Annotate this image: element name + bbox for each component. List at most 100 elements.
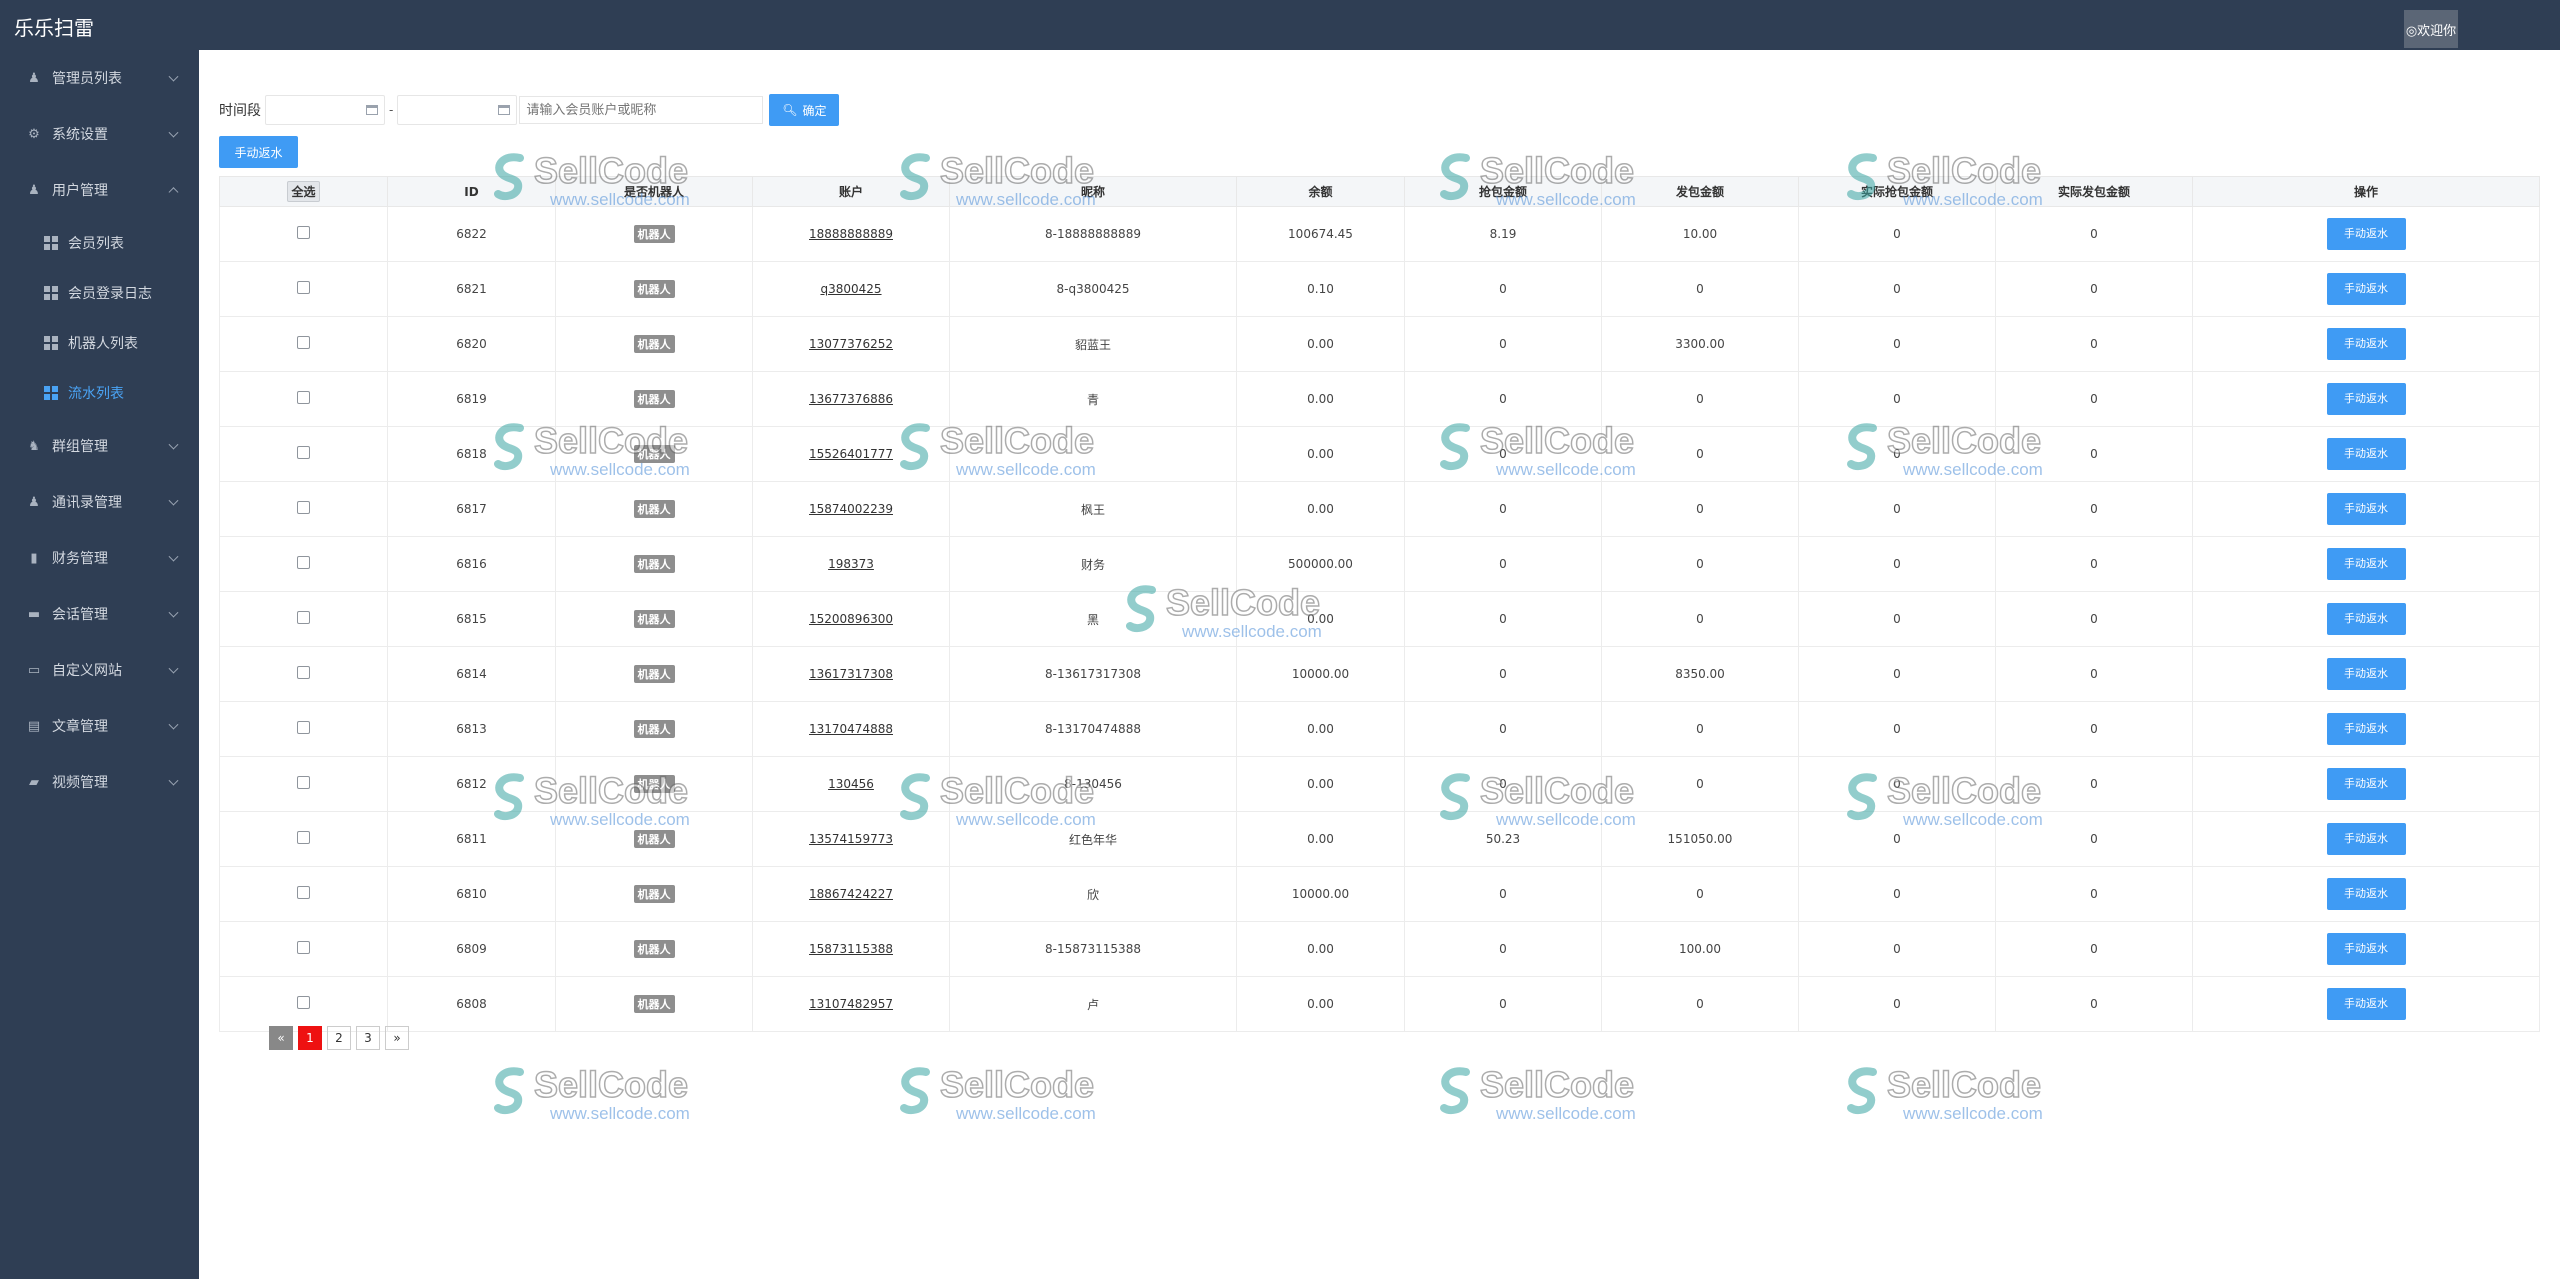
- account-link[interactable]: 13107482957: [809, 997, 893, 1011]
- manual-rebate-row-button[interactable]: 手动返水: [2326, 328, 2406, 360]
- real_grab-cell: 0: [1798, 756, 1996, 812]
- row-checkbox[interactable]: [297, 666, 310, 679]
- sidebar-item-3[interactable]: ♞ 群组管理: [0, 418, 199, 474]
- pagination-page[interactable]: 1: [298, 1026, 322, 1050]
- is-robot-cell: 机器人: [555, 591, 753, 647]
- confirm-button[interactable]: 🔍︎ 确定: [769, 94, 840, 126]
- select-cell: [219, 426, 388, 482]
- row-checkbox[interactable]: [297, 996, 310, 1009]
- sidebar-subitem-3[interactable]: 流水列表: [0, 368, 199, 418]
- manual-rebate-row-button[interactable]: 手动返水: [2326, 933, 2406, 965]
- chevron-down-icon: [168, 127, 179, 138]
- manual-rebate-row-button[interactable]: 手动返水: [2326, 493, 2406, 525]
- nickname-cell: 卢: [949, 976, 1237, 1032]
- start-date-input[interactable]: [265, 95, 385, 125]
- pagination-prev[interactable]: «: [269, 1026, 293, 1050]
- row-checkbox[interactable]: [297, 226, 310, 239]
- pagination-page[interactable]: 2: [327, 1026, 351, 1050]
- sidebar-item-5[interactable]: ▮ 财务管理: [0, 530, 199, 586]
- manual-rebate-row-button[interactable]: 手动返水: [2326, 218, 2406, 250]
- table-row: 6808 机器人 13107482957 卢 0.00 0 0 0 0 手动返水: [219, 976, 2540, 1032]
- sidebar-item-6[interactable]: ▬ 会话管理: [0, 586, 199, 642]
- action-cell: 手动返水: [2192, 261, 2540, 317]
- manual-rebate-row-button[interactable]: 手动返水: [2326, 273, 2406, 305]
- is-robot-cell: 机器人: [555, 481, 753, 537]
- manual-rebate-row-button[interactable]: 手动返水: [2326, 383, 2406, 415]
- row-checkbox[interactable]: [297, 391, 310, 404]
- bar-chart-icon: ▮: [30, 550, 38, 566]
- sidebar-item-9[interactable]: ▰ 视频管理: [0, 754, 199, 810]
- sidebar-item-8[interactable]: ▤ 文章管理: [0, 698, 199, 754]
- welcome-user-menu[interactable]: ◎欢迎你: [2404, 10, 2458, 48]
- filter-bar: 时间段 - 🔍︎ 确定: [219, 94, 840, 126]
- select-all-button[interactable]: 全选: [287, 181, 320, 202]
- row-checkbox[interactable]: [297, 501, 310, 514]
- column-header: 余额: [1236, 176, 1405, 207]
- row-checkbox[interactable]: [297, 446, 310, 459]
- sidebar-subitem-1[interactable]: 会员登录日志: [0, 268, 199, 318]
- account-link[interactable]: 18888888889: [809, 227, 893, 241]
- manual-rebate-row-button[interactable]: 手动返水: [2326, 548, 2406, 580]
- manual-rebate-row-button[interactable]: 手动返水: [2326, 768, 2406, 800]
- manual-rebate-row-button[interactable]: 手动返水: [2326, 438, 2406, 470]
- balance-cell: 0.00: [1236, 701, 1405, 757]
- manual-rebate-row-button[interactable]: 手动返水: [2326, 823, 2406, 855]
- row-checkbox[interactable]: [297, 336, 310, 349]
- manual-rebate-row-button[interactable]: 手动返水: [2326, 603, 2406, 635]
- account-link[interactable]: 198373: [828, 557, 874, 571]
- id-cell: 6820: [387, 316, 556, 372]
- real_send-cell: 0: [1995, 536, 2193, 592]
- manual-rebate-button[interactable]: 手动返水: [219, 136, 298, 168]
- search-input[interactable]: [519, 96, 764, 124]
- end-date-input[interactable]: [397, 95, 518, 125]
- column-header: 操作: [2192, 176, 2540, 207]
- pagination-next[interactable]: »: [385, 1026, 409, 1050]
- robot-badge: 机器人: [633, 720, 675, 738]
- sidebar-subitem-2[interactable]: 机器人列表: [0, 318, 199, 368]
- account-link[interactable]: 13077376252: [809, 337, 893, 351]
- sidebar-item-2[interactable]: ♟ 用户管理: [0, 162, 199, 218]
- sidebar-item-label: 财务管理: [52, 551, 108, 567]
- robot-badge: 机器人: [633, 225, 675, 243]
- is-robot-cell: 机器人: [555, 756, 753, 812]
- grab-cell: 0: [1404, 701, 1602, 757]
- row-checkbox[interactable]: [297, 776, 310, 789]
- sidebar-item-4[interactable]: ♟ 通讯录管理: [0, 474, 199, 530]
- manual-rebate-row-button[interactable]: 手动返水: [2326, 878, 2406, 910]
- account-link[interactable]: 130456: [828, 777, 874, 791]
- row-checkbox[interactable]: [297, 281, 310, 294]
- flow-table: 全选 ID 是否机器人 账户 昵称 余额 抢包金额 发包金额 实际抢包金额 实际发包金额 操作 6…: [219, 176, 2540, 1032]
- grid-icon: [44, 386, 58, 400]
- real_grab-cell: 0: [1798, 701, 1996, 757]
- account-link[interactable]: 13617317308: [809, 667, 893, 681]
- account-cell: 15526401777: [752, 426, 950, 482]
- row-checkbox[interactable]: [297, 556, 310, 569]
- sidebar-item-1[interactable]: ⚙ 系统设置: [0, 106, 199, 162]
- account-link[interactable]: 15200896300: [809, 612, 893, 626]
- row-checkbox[interactable]: [297, 611, 310, 624]
- row-checkbox[interactable]: [297, 941, 310, 954]
- sidebar-subitem-0[interactable]: 会员列表: [0, 218, 199, 268]
- row-checkbox[interactable]: [297, 886, 310, 899]
- pagination-page[interactable]: 3: [356, 1026, 380, 1050]
- row-checkbox[interactable]: [297, 831, 310, 844]
- account-link[interactable]: 13574159773: [809, 832, 893, 846]
- account-link[interactable]: q3800425: [820, 282, 881, 296]
- action-cell: 手动返水: [2192, 646, 2540, 702]
- manual-rebate-row-button[interactable]: 手动返水: [2326, 713, 2406, 745]
- row-checkbox[interactable]: [297, 721, 310, 734]
- send-cell: 8350.00: [1601, 646, 1799, 702]
- account-link[interactable]: 18867424227: [809, 887, 893, 901]
- account-link[interactable]: 13677376886: [809, 392, 893, 406]
- account-link[interactable]: 15526401777: [809, 447, 893, 461]
- account-link[interactable]: 15874002239: [809, 502, 893, 516]
- real_send-cell: 0: [1995, 481, 2193, 537]
- sidebar-item-7[interactable]: ▭ 自定义网站: [0, 642, 199, 698]
- sidebar-item-0[interactable]: ♟ 管理员列表: [0, 50, 199, 106]
- manual-rebate-row-button[interactable]: 手动返水: [2326, 658, 2406, 690]
- account-link[interactable]: 15873115388: [809, 942, 893, 956]
- is-robot-cell: 机器人: [555, 921, 753, 977]
- account-link[interactable]: 13170474888: [809, 722, 893, 736]
- manual-rebate-row-button[interactable]: 手动返水: [2326, 988, 2406, 1020]
- account-cell: 18888888889: [752, 206, 950, 262]
